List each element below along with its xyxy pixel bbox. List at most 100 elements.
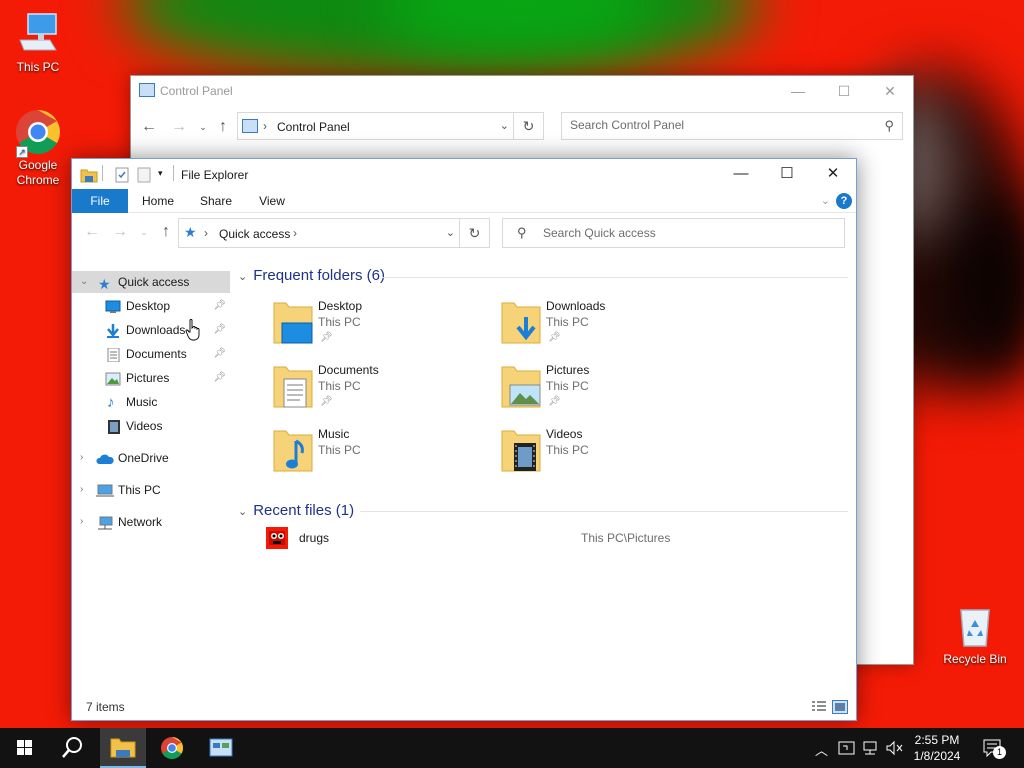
desktop-icon-this-pc[interactable]: This PC [0,10,76,75]
folder-name: Documents [318,363,379,377]
sidebar-item-videos[interactable]: Videos [72,415,230,437]
forward-button[interactable]: → [110,221,130,243]
recent-locations-button[interactable]: ⌄ [193,116,213,138]
breadcrumb-item[interactable]: Quick access [219,227,290,241]
folder-tile-pictures[interactable]: Pictures This PC 📌︎ [500,363,720,423]
desktop-folder-icon [272,299,316,345]
search-input[interactable] [543,226,816,240]
chevron-down-icon[interactable]: ⌄ [500,119,509,132]
minimize-button[interactable]: — [775,76,821,106]
search-box[interactable]: ⚲ [561,112,903,140]
sidebar-item-pictures[interactable]: Pictures 📌︎ [72,367,230,389]
address-bar[interactable]: › Control Panel ⌄ ↻ [237,112,544,140]
up-button[interactable]: ↑ [156,221,176,243]
refresh-button[interactable]: ↻ [513,113,543,139]
new-folder-button[interactable] [137,167,151,186]
section-header-frequent[interactable]: ⌄ Frequent folders (6) [238,267,385,284]
image-file-icon [266,527,288,549]
recent-locations-button[interactable]: ⌄ [134,221,154,243]
file-explorer-window[interactable]: ▾ File Explorer — ☐ ✕ File Home Share Vi… [71,158,857,721]
pictures-folder-icon [500,363,544,409]
pin-icon: 📌︎ [320,332,333,343]
chevron-down-icon[interactable]: ⌄ [446,226,455,239]
breadcrumb-separator-icon[interactable]: › [293,226,297,240]
search-box[interactable]: ⚲ [502,218,845,248]
large-icons-view-button[interactable] [832,700,848,714]
folder-tile-documents[interactable]: Documents This PC 📌︎ [272,363,492,423]
customize-qat-button[interactable]: ▾ [158,168,163,179]
details-view-button[interactable] [812,701,826,713]
sidebar-item-downloads[interactable]: Downloads 📌︎ [72,319,230,341]
tab-file[interactable]: File [72,189,128,213]
expand-ribbon-button[interactable]: ⌄ [821,194,830,207]
folder-location: This PC [318,379,361,393]
back-button[interactable]: ← [82,221,102,243]
chevron-down-icon[interactable]: ⌄ [80,271,88,293]
sidebar-item-quick-access[interactable]: ⌄ ★ Quick access [72,271,230,293]
action-center-button[interactable]: 1 [982,738,1006,760]
sidebar-item-onedrive[interactable]: › OneDrive [72,447,230,469]
control-panel-icon [139,83,155,97]
address-bar[interactable]: ★ › Quick access › ⌄ ↻ [178,218,490,248]
sidebar-item-documents[interactable]: Documents 📌︎ [72,343,230,365]
chevron-down-icon: ⌄ [238,271,248,283]
up-button[interactable]: ↑ [213,116,233,138]
maximize-button[interactable]: ☐ [764,159,810,189]
start-button[interactable] [0,728,48,768]
minimize-button[interactable]: — [718,159,764,189]
sidebar-item-this-pc[interactable]: › This PC [72,479,230,501]
documents-folder-icon [272,363,316,409]
pin-icon[interactable]: 📌︎ [213,319,226,341]
chrome-icon [161,737,183,759]
control-panel-titlebar[interactable]: Control Panel — ☐ ✕ [131,76,913,106]
help-button[interactable]: ? [836,193,852,209]
control-panel-navbar: ← → ⌄ ↑ › Control Panel ⌄ ↻ ⚲ [131,112,913,142]
tray-network-icon[interactable] [862,740,880,756]
taskbar-chrome[interactable] [148,728,196,768]
maximize-button[interactable]: ☐ [821,76,867,106]
pin-icon[interactable]: 📌︎ [213,343,226,365]
volume-muted-icon [886,740,903,756]
search-button[interactable] [48,728,96,768]
properties-button[interactable] [115,167,129,186]
pin-icon[interactable]: 📌︎ [213,367,226,389]
sidebar-item-music[interactable]: ♪ Music [72,391,230,413]
tab-view[interactable]: View [248,189,296,213]
show-hidden-icons-button[interactable]: ︿ [815,740,828,759]
quick-access-star-icon: ★ [98,276,111,292]
forward-button[interactable]: → [169,116,189,138]
search-input[interactable] [570,118,842,132]
folder-tile-desktop[interactable]: Desktop This PC 📌︎ [272,299,492,359]
desktop-icon-recycle-bin[interactable]: Recycle Bin [937,602,1013,667]
chevron-right-icon[interactable]: › [80,511,83,533]
folder-tile-videos[interactable]: Videos This PC [500,427,720,487]
back-button[interactable]: ← [139,116,159,138]
pin-icon[interactable]: 📌︎ [213,295,226,317]
tray-clock[interactable]: 2:55 PM 1/8/2024 [910,732,964,764]
taskbar-file-explorer[interactable] [100,728,146,768]
computer-icon [96,483,114,497]
folder-tile-music[interactable]: Music This PC [272,427,492,487]
videos-icon [107,419,123,434]
refresh-button[interactable]: ↻ [459,219,489,247]
tab-home[interactable]: Home [132,189,184,213]
sidebar-item-network[interactable]: › Network [72,511,230,533]
maximize-icon: ☐ [837,83,851,99]
tray-volume-button[interactable] [885,740,905,756]
taskbar-control-panel[interactable] [198,728,244,768]
chevron-right-icon[interactable]: › [80,479,83,501]
tray-security-icon[interactable] [838,740,856,756]
sidebar-item-desktop[interactable]: Desktop 📌︎ [72,295,230,317]
recent-file-row[interactable]: drugs This PC\Pictures [260,527,820,551]
file-explorer-titlebar[interactable]: ▾ File Explorer — ☐ ✕ [72,159,856,189]
breadcrumb-item[interactable]: Control Panel [277,120,350,134]
section-header-recent[interactable]: ⌄ Recent files (1) [238,502,354,519]
close-button[interactable]: ✕ [810,159,856,189]
file-name: drugs [299,531,330,545]
pictures-icon [105,371,121,386]
tab-share[interactable]: Share [190,189,242,213]
close-button[interactable]: ✕ [867,76,913,106]
chevron-right-icon[interactable]: › [80,447,83,469]
folder-tile-downloads[interactable]: Downloads This PC 📌︎ [500,299,720,359]
desktop-icon-google-chrome[interactable]: ↗ Google Chrome [0,108,76,188]
